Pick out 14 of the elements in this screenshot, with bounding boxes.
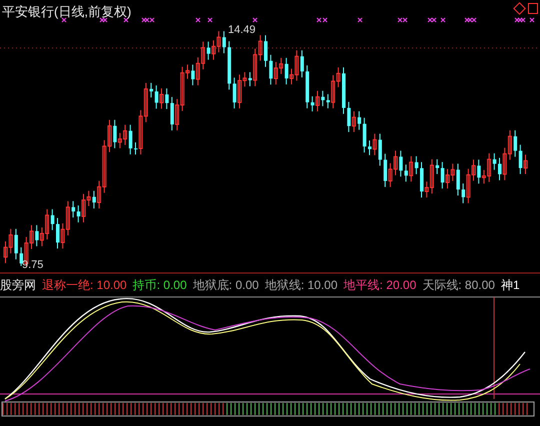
legend-item: 持币: 0.00 (132, 277, 187, 294)
legend-item: 地平线: 20.00 (344, 277, 416, 294)
high-price-label: 14.49 (228, 23, 256, 38)
chart-title: 平安银行(日线,前复权) (2, 3, 132, 21)
legend-item: 地狱底: 0.00 (192, 277, 259, 294)
legend-item: 神1 (500, 277, 520, 294)
low-price-label: 9.75 (22, 258, 44, 273)
indicator-name: 股旁网 (0, 277, 36, 294)
candlestick (264, 34, 268, 68)
candlestick (342, 66, 346, 114)
square-icon[interactable] (528, 3, 538, 14)
legend-item: 地狱线: 10.00 (264, 277, 338, 294)
legend-item: 天际线: 80.00 (422, 277, 495, 294)
legend-item: 退称一绝: 10.00 (42, 277, 127, 294)
